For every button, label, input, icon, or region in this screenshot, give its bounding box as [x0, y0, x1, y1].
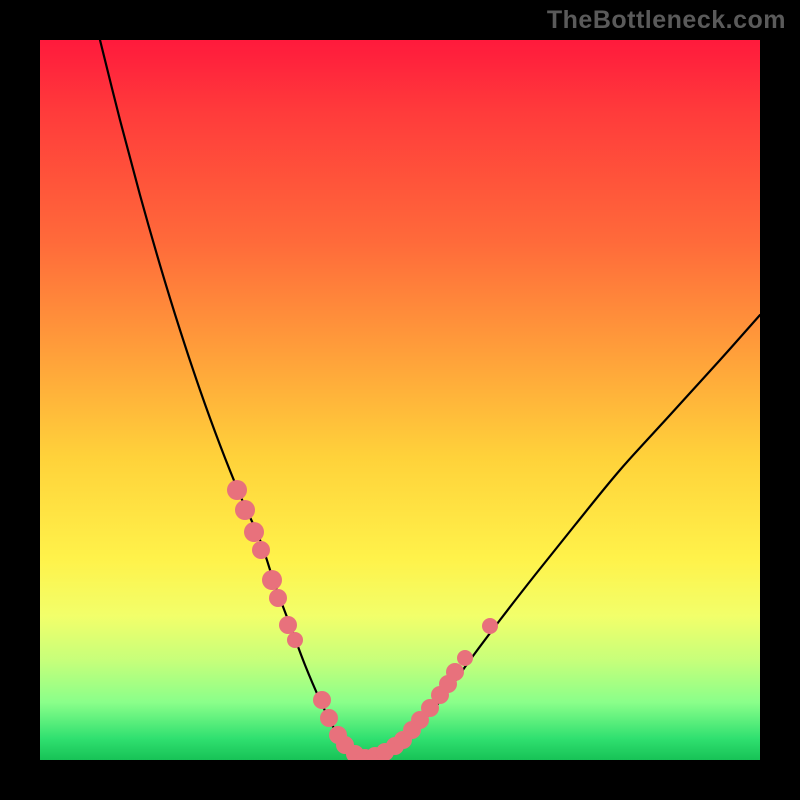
marker-dot [320, 709, 338, 727]
marker-dot [227, 480, 247, 500]
watermark-text: TheBottleneck.com [547, 6, 786, 35]
marker-dot [252, 541, 270, 559]
bottleneck-curve [100, 40, 760, 759]
marker-dot [279, 616, 297, 634]
marker-dot [244, 522, 264, 542]
plot-area [40, 40, 760, 760]
marker-dot [269, 589, 287, 607]
marker-dot [313, 691, 331, 709]
marker-dot [262, 570, 282, 590]
chart-frame: TheBottleneck.com [0, 0, 800, 800]
highlight-markers [227, 480, 498, 760]
marker-dot [235, 500, 255, 520]
marker-dot [457, 650, 473, 666]
curve-svg [40, 40, 760, 760]
marker-dot [287, 632, 303, 648]
marker-dot [482, 618, 498, 634]
marker-dot [446, 663, 464, 681]
